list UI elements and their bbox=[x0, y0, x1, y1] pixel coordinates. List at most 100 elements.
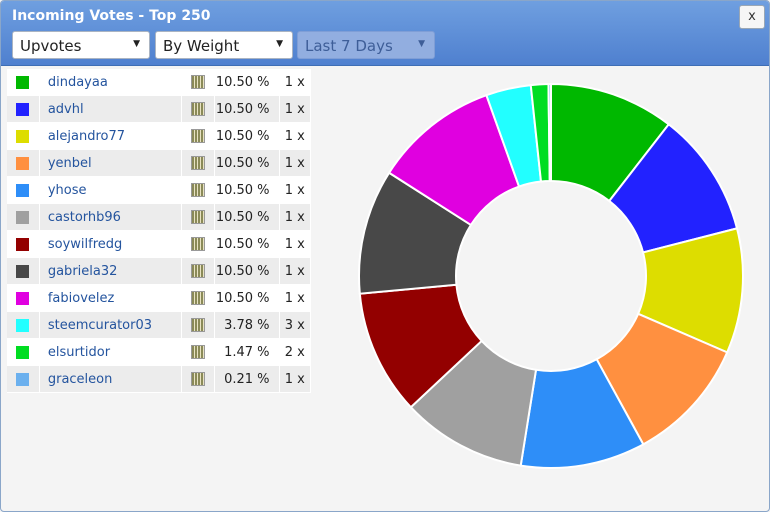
bars-icon[interactable] bbox=[191, 183, 206, 197]
voter-name-link[interactable]: soywilfredg bbox=[39, 230, 183, 258]
legend-swatch-cell bbox=[7, 338, 40, 366]
bars-icon[interactable] bbox=[191, 129, 206, 143]
vote-count: 1 x bbox=[279, 95, 312, 123]
vote-count: 3 x bbox=[279, 311, 312, 339]
chevron-down-icon: ▼ bbox=[418, 39, 425, 49]
bars-icon[interactable] bbox=[191, 264, 206, 278]
legend-swatch bbox=[16, 210, 30, 224]
legend-swatch bbox=[16, 129, 30, 143]
voter-name-link[interactable]: advhl bbox=[39, 95, 183, 123]
legend-swatch bbox=[16, 75, 30, 89]
table-row: dindayaa 10.50 % 1 x bbox=[7, 69, 312, 96]
table-row: steemcurator03 3.78 % 3 x bbox=[7, 311, 312, 339]
legend-swatch-cell bbox=[7, 95, 40, 123]
table-row: yhose 10.50 % 1 x bbox=[7, 176, 312, 204]
vote-details-cell bbox=[181, 69, 216, 96]
legend-swatch bbox=[16, 156, 30, 170]
voter-name-link[interactable]: yenbel bbox=[39, 149, 183, 177]
vote-count: 1 x bbox=[279, 230, 312, 258]
bars-icon[interactable] bbox=[191, 372, 206, 386]
vote-count: 1 x bbox=[279, 284, 312, 312]
vote-details-cell bbox=[181, 122, 216, 150]
window-title: Incoming Votes - Top 250 bbox=[12, 8, 211, 24]
bars-icon[interactable] bbox=[191, 156, 206, 170]
sort-select[interactable]: By Weight ▼ bbox=[155, 31, 293, 59]
vote-count: 1 x bbox=[279, 257, 312, 285]
vote-count: 1 x bbox=[279, 365, 312, 393]
vote-percent: 10.50 % bbox=[214, 95, 280, 123]
donut-slice-graceleon[interactable] bbox=[547, 82, 552, 183]
legend-swatch-cell bbox=[7, 257, 40, 285]
voter-name-link[interactable]: dindayaa bbox=[39, 69, 183, 96]
vote-count: 1 x bbox=[279, 122, 312, 150]
vote-count: 1 x bbox=[279, 69, 312, 96]
table-row: graceleon 0.21 % 1 x bbox=[7, 365, 312, 393]
voter-name-link[interactable]: elsurtidor bbox=[39, 338, 183, 366]
voter-name-link[interactable]: steemcurator03 bbox=[39, 311, 183, 339]
legend-swatch-cell bbox=[7, 122, 40, 150]
vote-percent: 10.50 % bbox=[214, 69, 280, 96]
vote-details-cell bbox=[181, 284, 216, 312]
vote-percent: 10.50 % bbox=[214, 122, 280, 150]
vote-percent: 10.50 % bbox=[214, 257, 280, 285]
vote-percent: 0.21 % bbox=[214, 365, 280, 393]
votes-donut-chart bbox=[358, 82, 744, 469]
legend-swatch bbox=[16, 372, 30, 386]
table-row: elsurtidor 1.47 % 2 x bbox=[7, 338, 312, 366]
bars-icon[interactable] bbox=[191, 102, 206, 116]
vote-details-cell bbox=[181, 95, 216, 123]
voter-name-link[interactable]: castorhb96 bbox=[39, 203, 183, 231]
vote-percent: 3.78 % bbox=[214, 311, 280, 339]
chevron-down-icon: ▼ bbox=[133, 39, 140, 49]
vote-type-value: Upvotes bbox=[20, 37, 82, 55]
bars-icon[interactable] bbox=[191, 75, 206, 89]
legend-swatch bbox=[16, 345, 30, 359]
table-row: soywilfredg 10.50 % 1 x bbox=[7, 230, 312, 258]
legend-swatch-cell bbox=[7, 365, 40, 393]
close-button[interactable]: x bbox=[739, 5, 765, 29]
vote-details-cell bbox=[181, 176, 216, 204]
bars-icon[interactable] bbox=[191, 210, 206, 224]
period-select[interactable]: Last 7 Days ▼ bbox=[297, 31, 435, 59]
vote-type-select[interactable]: Upvotes ▼ bbox=[12, 31, 150, 59]
sort-value: By Weight bbox=[163, 37, 240, 55]
vote-percent: 10.50 % bbox=[214, 230, 280, 258]
table-row: alejandro77 10.50 % 1 x bbox=[7, 122, 312, 150]
incoming-votes-window: Incoming Votes - Top 250 x Upvotes ▼ By … bbox=[0, 0, 770, 512]
legend-swatch-cell bbox=[7, 149, 40, 177]
vote-details-cell bbox=[181, 365, 216, 393]
table-row: advhl 10.50 % 1 x bbox=[7, 95, 312, 123]
vote-count: 1 x bbox=[279, 203, 312, 231]
vote-details-cell bbox=[181, 203, 216, 231]
legend-swatch-cell bbox=[7, 284, 40, 312]
voter-name-link[interactable]: gabriela32 bbox=[39, 257, 183, 285]
bars-icon[interactable] bbox=[191, 345, 206, 359]
vote-percent: 1.47 % bbox=[214, 338, 280, 366]
voter-name-link[interactable]: graceleon bbox=[39, 365, 183, 393]
legend-swatch-cell bbox=[7, 230, 40, 258]
vote-details-cell bbox=[181, 338, 216, 366]
voters-table: dindayaa 10.50 % 1 x advhl 10.50 % 1 x alejand… bbox=[7, 69, 312, 393]
voter-name-link[interactable]: fabiovelez bbox=[39, 284, 183, 312]
legend-swatch bbox=[16, 318, 30, 332]
chevron-down-icon: ▼ bbox=[276, 39, 283, 49]
legend-swatch bbox=[16, 291, 30, 305]
titlebar: Incoming Votes - Top 250 x Upvotes ▼ By … bbox=[1, 1, 769, 66]
table-row: castorhb96 10.50 % 1 x bbox=[7, 203, 312, 231]
legend-swatch-cell bbox=[7, 176, 40, 204]
vote-percent: 10.50 % bbox=[214, 149, 280, 177]
legend-swatch bbox=[16, 264, 30, 278]
table-row: gabriela32 10.50 % 1 x bbox=[7, 257, 312, 285]
vote-count: 2 x bbox=[279, 338, 312, 366]
vote-details-cell bbox=[181, 311, 216, 339]
voter-name-link[interactable]: yhose bbox=[39, 176, 183, 204]
legend-swatch bbox=[16, 183, 30, 197]
bars-icon[interactable] bbox=[191, 318, 206, 332]
table-row: fabiovelez 10.50 % 1 x bbox=[7, 284, 312, 312]
bars-icon[interactable] bbox=[191, 291, 206, 305]
bars-icon[interactable] bbox=[191, 237, 206, 251]
vote-count: 1 x bbox=[279, 149, 312, 177]
voter-name-link[interactable]: alejandro77 bbox=[39, 122, 183, 150]
legend-swatch bbox=[16, 237, 30, 251]
period-value: Last 7 Days bbox=[305, 37, 393, 55]
